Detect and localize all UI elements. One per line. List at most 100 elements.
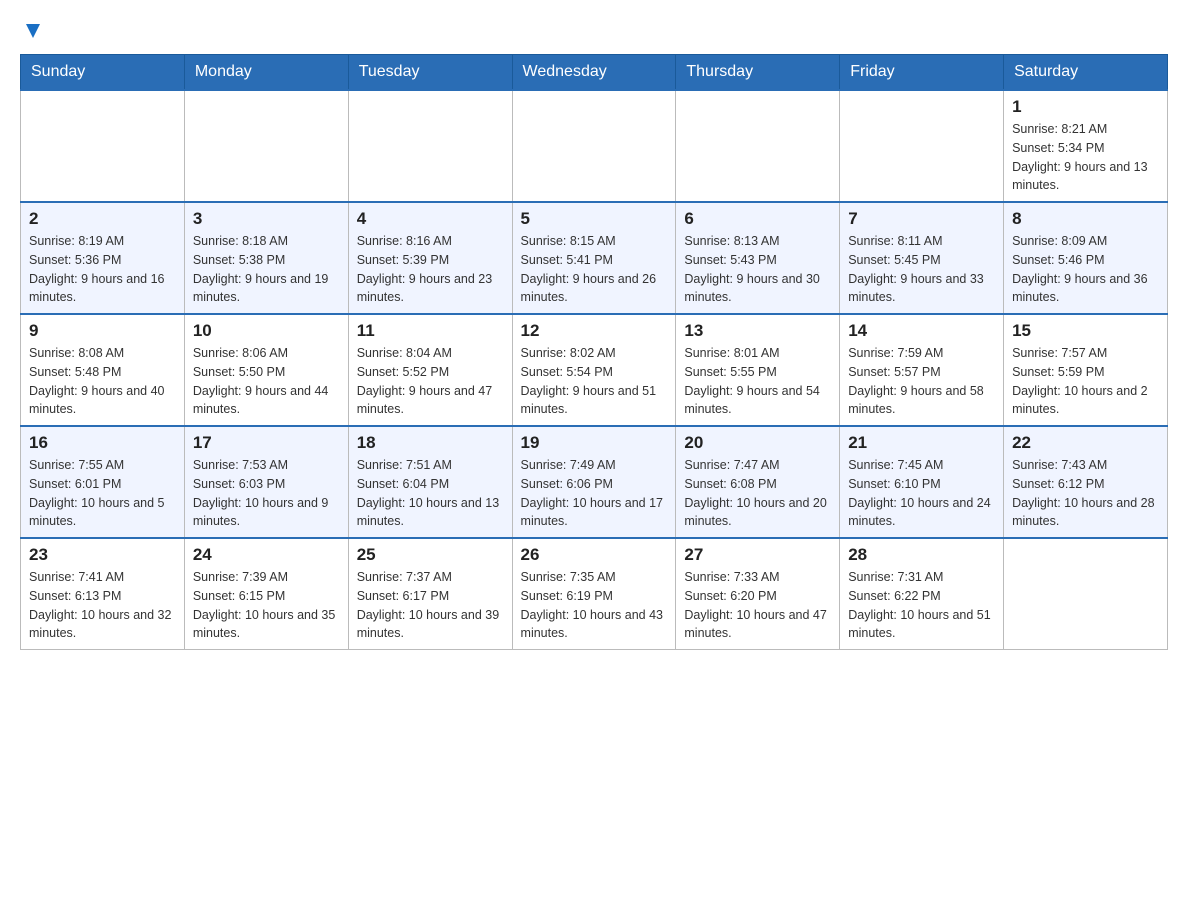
calendar-cell: 10 Sunrise: 8:06 AMSunset: 5:50 PMDayligh… xyxy=(184,314,348,426)
day-info: Sunrise: 8:18 AMSunset: 5:38 PMDaylight:… xyxy=(193,232,340,307)
calendar-cell xyxy=(184,90,348,202)
day-number: 8 xyxy=(1012,209,1159,229)
calendar-cell: 19 Sunrise: 7:49 AMSunset: 6:06 PMDayligh… xyxy=(512,426,676,538)
day-info: Sunrise: 8:06 AMSunset: 5:50 PMDaylight:… xyxy=(193,344,340,419)
calendar-cell: 23Sunrise: 7:41 AMSunset: 6:13 PMDayligh… xyxy=(21,538,185,650)
day-number: 1 xyxy=(1012,97,1159,117)
calendar-cell: 6 Sunrise: 8:13 AMSunset: 5:43 PMDaylight… xyxy=(676,202,840,314)
day-info: Sunrise: 7:49 AMSunset: 6:06 PMDaylight:… xyxy=(521,456,668,531)
day-header-friday: Friday xyxy=(840,55,1004,91)
day-number: 3 xyxy=(193,209,340,229)
day-number: 11 xyxy=(357,321,504,341)
day-info: Sunrise: 7:53 AMSunset: 6:03 PMDaylight:… xyxy=(193,456,340,531)
calendar-cell: 24 Sunrise: 7:39 AMSunset: 6:15 PMDayligh… xyxy=(184,538,348,650)
day-info: Sunrise: 7:59 AMSunset: 5:57 PMDaylight:… xyxy=(848,344,995,419)
day-number: 12 xyxy=(521,321,668,341)
day-info: Sunrise: 7:43 AMSunset: 6:12 PMDaylight:… xyxy=(1012,456,1159,531)
calendar-table: SundayMondayTuesdayWednesdayThursdayFrid… xyxy=(20,54,1168,650)
day-number: 10 xyxy=(193,321,340,341)
calendar-cell: 18 Sunrise: 7:51 AMSunset: 6:04 PMDayligh… xyxy=(348,426,512,538)
calendar-cell: 28 Sunrise: 7:31 AMSunset: 6:22 PMDayligh… xyxy=(840,538,1004,650)
calendar-cell: 16Sunrise: 7:55 AMSunset: 6:01 PMDayligh… xyxy=(21,426,185,538)
day-number: 20 xyxy=(684,433,831,453)
week-row-4: 16Sunrise: 7:55 AMSunset: 6:01 PMDayligh… xyxy=(21,426,1168,538)
day-number: 27 xyxy=(684,545,831,565)
day-info: Sunrise: 7:47 AMSunset: 6:08 PMDaylight:… xyxy=(684,456,831,531)
day-info: Sunrise: 8:01 AMSunset: 5:55 PMDaylight:… xyxy=(684,344,831,419)
day-header-thursday: Thursday xyxy=(676,55,840,91)
calendar-cell xyxy=(512,90,676,202)
calendar-cell: 12 Sunrise: 8:02 AMSunset: 5:54 PMDayligh… xyxy=(512,314,676,426)
calendar-cell: 14 Sunrise: 7:59 AMSunset: 5:57 PMDayligh… xyxy=(840,314,1004,426)
page-header xyxy=(20,20,1168,38)
day-number: 9 xyxy=(29,321,176,341)
day-info: Sunrise: 8:08 AMSunset: 5:48 PMDaylight:… xyxy=(29,344,176,419)
day-number: 18 xyxy=(357,433,504,453)
day-info: Sunrise: 8:19 AMSunset: 5:36 PMDaylight:… xyxy=(29,232,176,307)
week-row-3: 9 Sunrise: 8:08 AMSunset: 5:48 PMDaylight… xyxy=(21,314,1168,426)
day-number: 16 xyxy=(29,433,176,453)
day-info: Sunrise: 8:21 AMSunset: 5:34 PMDaylight:… xyxy=(1012,120,1159,195)
day-info: Sunrise: 7:41 AMSunset: 6:13 PMDaylight:… xyxy=(29,568,176,643)
day-info: Sunrise: 8:04 AMSunset: 5:52 PMDaylight:… xyxy=(357,344,504,419)
day-number: 19 xyxy=(521,433,668,453)
calendar-cell: 9 Sunrise: 8:08 AMSunset: 5:48 PMDaylight… xyxy=(21,314,185,426)
day-info: Sunrise: 8:11 AMSunset: 5:45 PMDaylight:… xyxy=(848,232,995,307)
calendar-cell xyxy=(21,90,185,202)
calendar-cell: 5 Sunrise: 8:15 AMSunset: 5:41 PMDaylight… xyxy=(512,202,676,314)
calendar-cell: 22 Sunrise: 7:43 AMSunset: 6:12 PMDayligh… xyxy=(1004,426,1168,538)
calendar-cell: 26 Sunrise: 7:35 AMSunset: 6:19 PMDayligh… xyxy=(512,538,676,650)
day-number: 2 xyxy=(29,209,176,229)
day-header-monday: Monday xyxy=(184,55,348,91)
day-info: Sunrise: 7:37 AMSunset: 6:17 PMDaylight:… xyxy=(357,568,504,643)
calendar-cell: 21 Sunrise: 7:45 AMSunset: 6:10 PMDayligh… xyxy=(840,426,1004,538)
calendar-cell: 13 Sunrise: 8:01 AMSunset: 5:55 PMDayligh… xyxy=(676,314,840,426)
calendar-cell xyxy=(840,90,1004,202)
day-info: Sunrise: 7:45 AMSunset: 6:10 PMDaylight:… xyxy=(848,456,995,531)
day-header-wednesday: Wednesday xyxy=(512,55,676,91)
day-number: 26 xyxy=(521,545,668,565)
calendar-cell: 4 Sunrise: 8:16 AMSunset: 5:39 PMDaylight… xyxy=(348,202,512,314)
day-info: Sunrise: 8:09 AMSunset: 5:46 PMDaylight:… xyxy=(1012,232,1159,307)
day-number: 15 xyxy=(1012,321,1159,341)
day-number: 28 xyxy=(848,545,995,565)
day-header-tuesday: Tuesday xyxy=(348,55,512,91)
day-info: Sunrise: 8:13 AMSunset: 5:43 PMDaylight:… xyxy=(684,232,831,307)
day-number: 24 xyxy=(193,545,340,565)
week-row-5: 23Sunrise: 7:41 AMSunset: 6:13 PMDayligh… xyxy=(21,538,1168,650)
calendar-cell xyxy=(1004,538,1168,650)
day-info: Sunrise: 8:02 AMSunset: 5:54 PMDaylight:… xyxy=(521,344,668,419)
calendar-header-row: SundayMondayTuesdayWednesdayThursdayFrid… xyxy=(21,55,1168,91)
calendar-cell: 8 Sunrise: 8:09 AMSunset: 5:46 PMDaylight… xyxy=(1004,202,1168,314)
logo xyxy=(20,20,44,38)
day-number: 25 xyxy=(357,545,504,565)
day-header-saturday: Saturday xyxy=(1004,55,1168,91)
day-info: Sunrise: 7:33 AMSunset: 6:20 PMDaylight:… xyxy=(684,568,831,643)
day-info: Sunrise: 7:35 AMSunset: 6:19 PMDaylight:… xyxy=(521,568,668,643)
day-number: 13 xyxy=(684,321,831,341)
day-number: 21 xyxy=(848,433,995,453)
day-header-sunday: Sunday xyxy=(21,55,185,91)
calendar-cell: 2 Sunrise: 8:19 AMSunset: 5:36 PMDaylight… xyxy=(21,202,185,314)
day-info: Sunrise: 7:51 AMSunset: 6:04 PMDaylight:… xyxy=(357,456,504,531)
day-number: 22 xyxy=(1012,433,1159,453)
day-number: 5 xyxy=(521,209,668,229)
calendar-cell: 27 Sunrise: 7:33 AMSunset: 6:20 PMDayligh… xyxy=(676,538,840,650)
calendar-cell xyxy=(676,90,840,202)
day-info: Sunrise: 8:15 AMSunset: 5:41 PMDaylight:… xyxy=(521,232,668,307)
logo-triangle-icon xyxy=(22,20,44,42)
day-info: Sunrise: 7:31 AMSunset: 6:22 PMDaylight:… xyxy=(848,568,995,643)
day-number: 6 xyxy=(684,209,831,229)
week-row-2: 2 Sunrise: 8:19 AMSunset: 5:36 PMDaylight… xyxy=(21,202,1168,314)
day-number: 14 xyxy=(848,321,995,341)
day-info: Sunrise: 7:57 AMSunset: 5:59 PMDaylight:… xyxy=(1012,344,1159,419)
day-number: 4 xyxy=(357,209,504,229)
day-number: 7 xyxy=(848,209,995,229)
day-info: Sunrise: 8:16 AMSunset: 5:39 PMDaylight:… xyxy=(357,232,504,307)
day-info: Sunrise: 7:39 AMSunset: 6:15 PMDaylight:… xyxy=(193,568,340,643)
calendar-cell: 1 Sunrise: 8:21 AMSunset: 5:34 PMDaylight… xyxy=(1004,90,1168,202)
calendar-cell: 7 Sunrise: 8:11 AMSunset: 5:45 PMDaylight… xyxy=(840,202,1004,314)
calendar-cell: 20 Sunrise: 7:47 AMSunset: 6:08 PMDayligh… xyxy=(676,426,840,538)
calendar-cell: 11 Sunrise: 8:04 AMSunset: 5:52 PMDayligh… xyxy=(348,314,512,426)
calendar-cell xyxy=(348,90,512,202)
